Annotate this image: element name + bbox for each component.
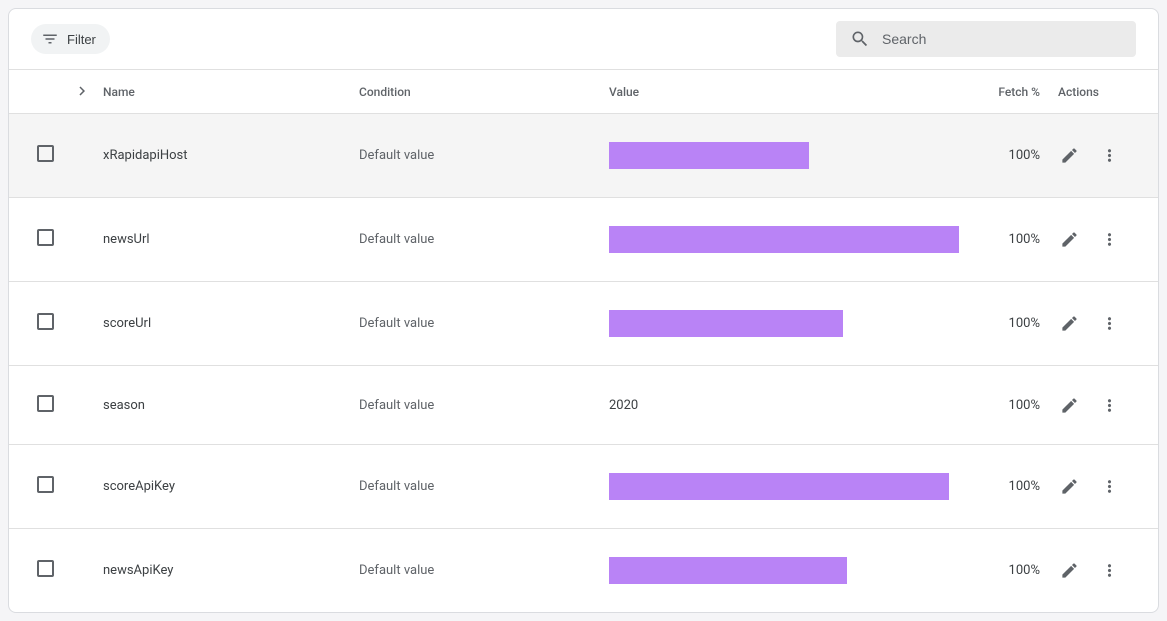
cell-name: scoreApiKey: [103, 445, 359, 529]
cell-condition: Default value: [359, 282, 609, 366]
redacted-value: [609, 142, 809, 169]
cell-value: 2020: [609, 366, 976, 445]
pencil-icon: [1060, 477, 1079, 496]
cell-condition: Default value: [359, 445, 609, 529]
cell-fetch-pct: 100%: [976, 198, 1058, 282]
search-icon: [850, 29, 870, 49]
more-actions-button[interactable]: [1098, 313, 1120, 335]
filter-button[interactable]: Filter: [31, 24, 110, 54]
header-value: Value: [609, 70, 976, 114]
parameters-panel: Filter Name Condition Value Fetch % Acti…: [8, 8, 1159, 613]
more-vert-icon: [1100, 477, 1119, 496]
row-checkbox[interactable]: [37, 395, 54, 412]
header-actions: Actions: [1058, 70, 1158, 114]
cell-condition: Default value: [359, 529, 609, 613]
pencil-icon: [1060, 561, 1079, 580]
edit-button[interactable]: [1058, 394, 1080, 416]
redacted-value: [609, 473, 949, 500]
cell-condition: Default value: [359, 366, 609, 445]
cell-name: scoreUrl: [103, 282, 359, 366]
search-input[interactable]: [882, 31, 1122, 47]
search-box[interactable]: [836, 21, 1136, 57]
cell-value: [609, 529, 976, 613]
edit-button[interactable]: [1058, 229, 1080, 251]
row-checkbox[interactable]: [37, 476, 54, 493]
cell-value: [609, 114, 976, 198]
more-vert-icon: [1100, 146, 1119, 165]
toolbar: Filter: [9, 9, 1158, 70]
pencil-icon: [1060, 396, 1079, 415]
chevron-right-icon: [73, 82, 91, 100]
edit-button[interactable]: [1058, 145, 1080, 167]
cell-name: newsApiKey: [103, 529, 359, 613]
cell-value: [609, 282, 976, 366]
header-name: Name: [103, 70, 359, 114]
cell-condition: Default value: [359, 198, 609, 282]
cell-name: newsUrl: [103, 198, 359, 282]
more-actions-button[interactable]: [1098, 229, 1120, 251]
redacted-value: [609, 226, 959, 253]
filter-icon: [41, 30, 59, 48]
row-checkbox[interactable]: [37, 229, 54, 246]
pencil-icon: [1060, 146, 1079, 165]
redacted-value: [609, 557, 847, 584]
table-row[interactable]: scoreApiKeyDefault value 100%: [9, 445, 1158, 529]
cell-fetch-pct: 100%: [976, 445, 1058, 529]
table-row[interactable]: newsUrlDefault value 100%: [9, 198, 1158, 282]
cell-fetch-pct: 100%: [976, 366, 1058, 445]
cell-fetch-pct: 100%: [976, 282, 1058, 366]
header-condition: Condition: [359, 70, 609, 114]
edit-button[interactable]: [1058, 313, 1080, 335]
edit-button[interactable]: [1058, 560, 1080, 582]
table-row[interactable]: newsApiKeyDefault value 100%: [9, 529, 1158, 613]
redacted-value: [609, 310, 843, 337]
parameters-table: Name Condition Value Fetch % Actions xRa…: [9, 70, 1158, 612]
cell-value: [609, 198, 976, 282]
row-checkbox[interactable]: [37, 560, 54, 577]
pencil-icon: [1060, 314, 1079, 333]
filter-label: Filter: [67, 32, 96, 47]
row-checkbox[interactable]: [37, 313, 54, 330]
more-actions-button[interactable]: [1098, 476, 1120, 498]
expand-all-toggle[interactable]: [71, 80, 93, 102]
header-fetch: Fetch %: [976, 70, 1058, 114]
more-vert-icon: [1100, 396, 1119, 415]
table-row[interactable]: seasonDefault value2020100%: [9, 366, 1158, 445]
edit-button[interactable]: [1058, 476, 1080, 498]
pencil-icon: [1060, 230, 1079, 249]
cell-name: season: [103, 366, 359, 445]
more-vert-icon: [1100, 314, 1119, 333]
cell-condition: Default value: [359, 114, 609, 198]
cell-fetch-pct: 100%: [976, 114, 1058, 198]
cell-fetch-pct: 100%: [976, 529, 1058, 613]
cell-value: [609, 445, 976, 529]
table-row[interactable]: scoreUrlDefault value 100%: [9, 282, 1158, 366]
more-actions-button[interactable]: [1098, 145, 1120, 167]
cell-name: xRapidapiHost: [103, 114, 359, 198]
table-row[interactable]: xRapidapiHostDefault value 100%: [9, 114, 1158, 198]
more-vert-icon: [1100, 230, 1119, 249]
more-vert-icon: [1100, 561, 1119, 580]
more-actions-button[interactable]: [1098, 560, 1120, 582]
row-checkbox[interactable]: [37, 145, 54, 162]
more-actions-button[interactable]: [1098, 394, 1120, 416]
